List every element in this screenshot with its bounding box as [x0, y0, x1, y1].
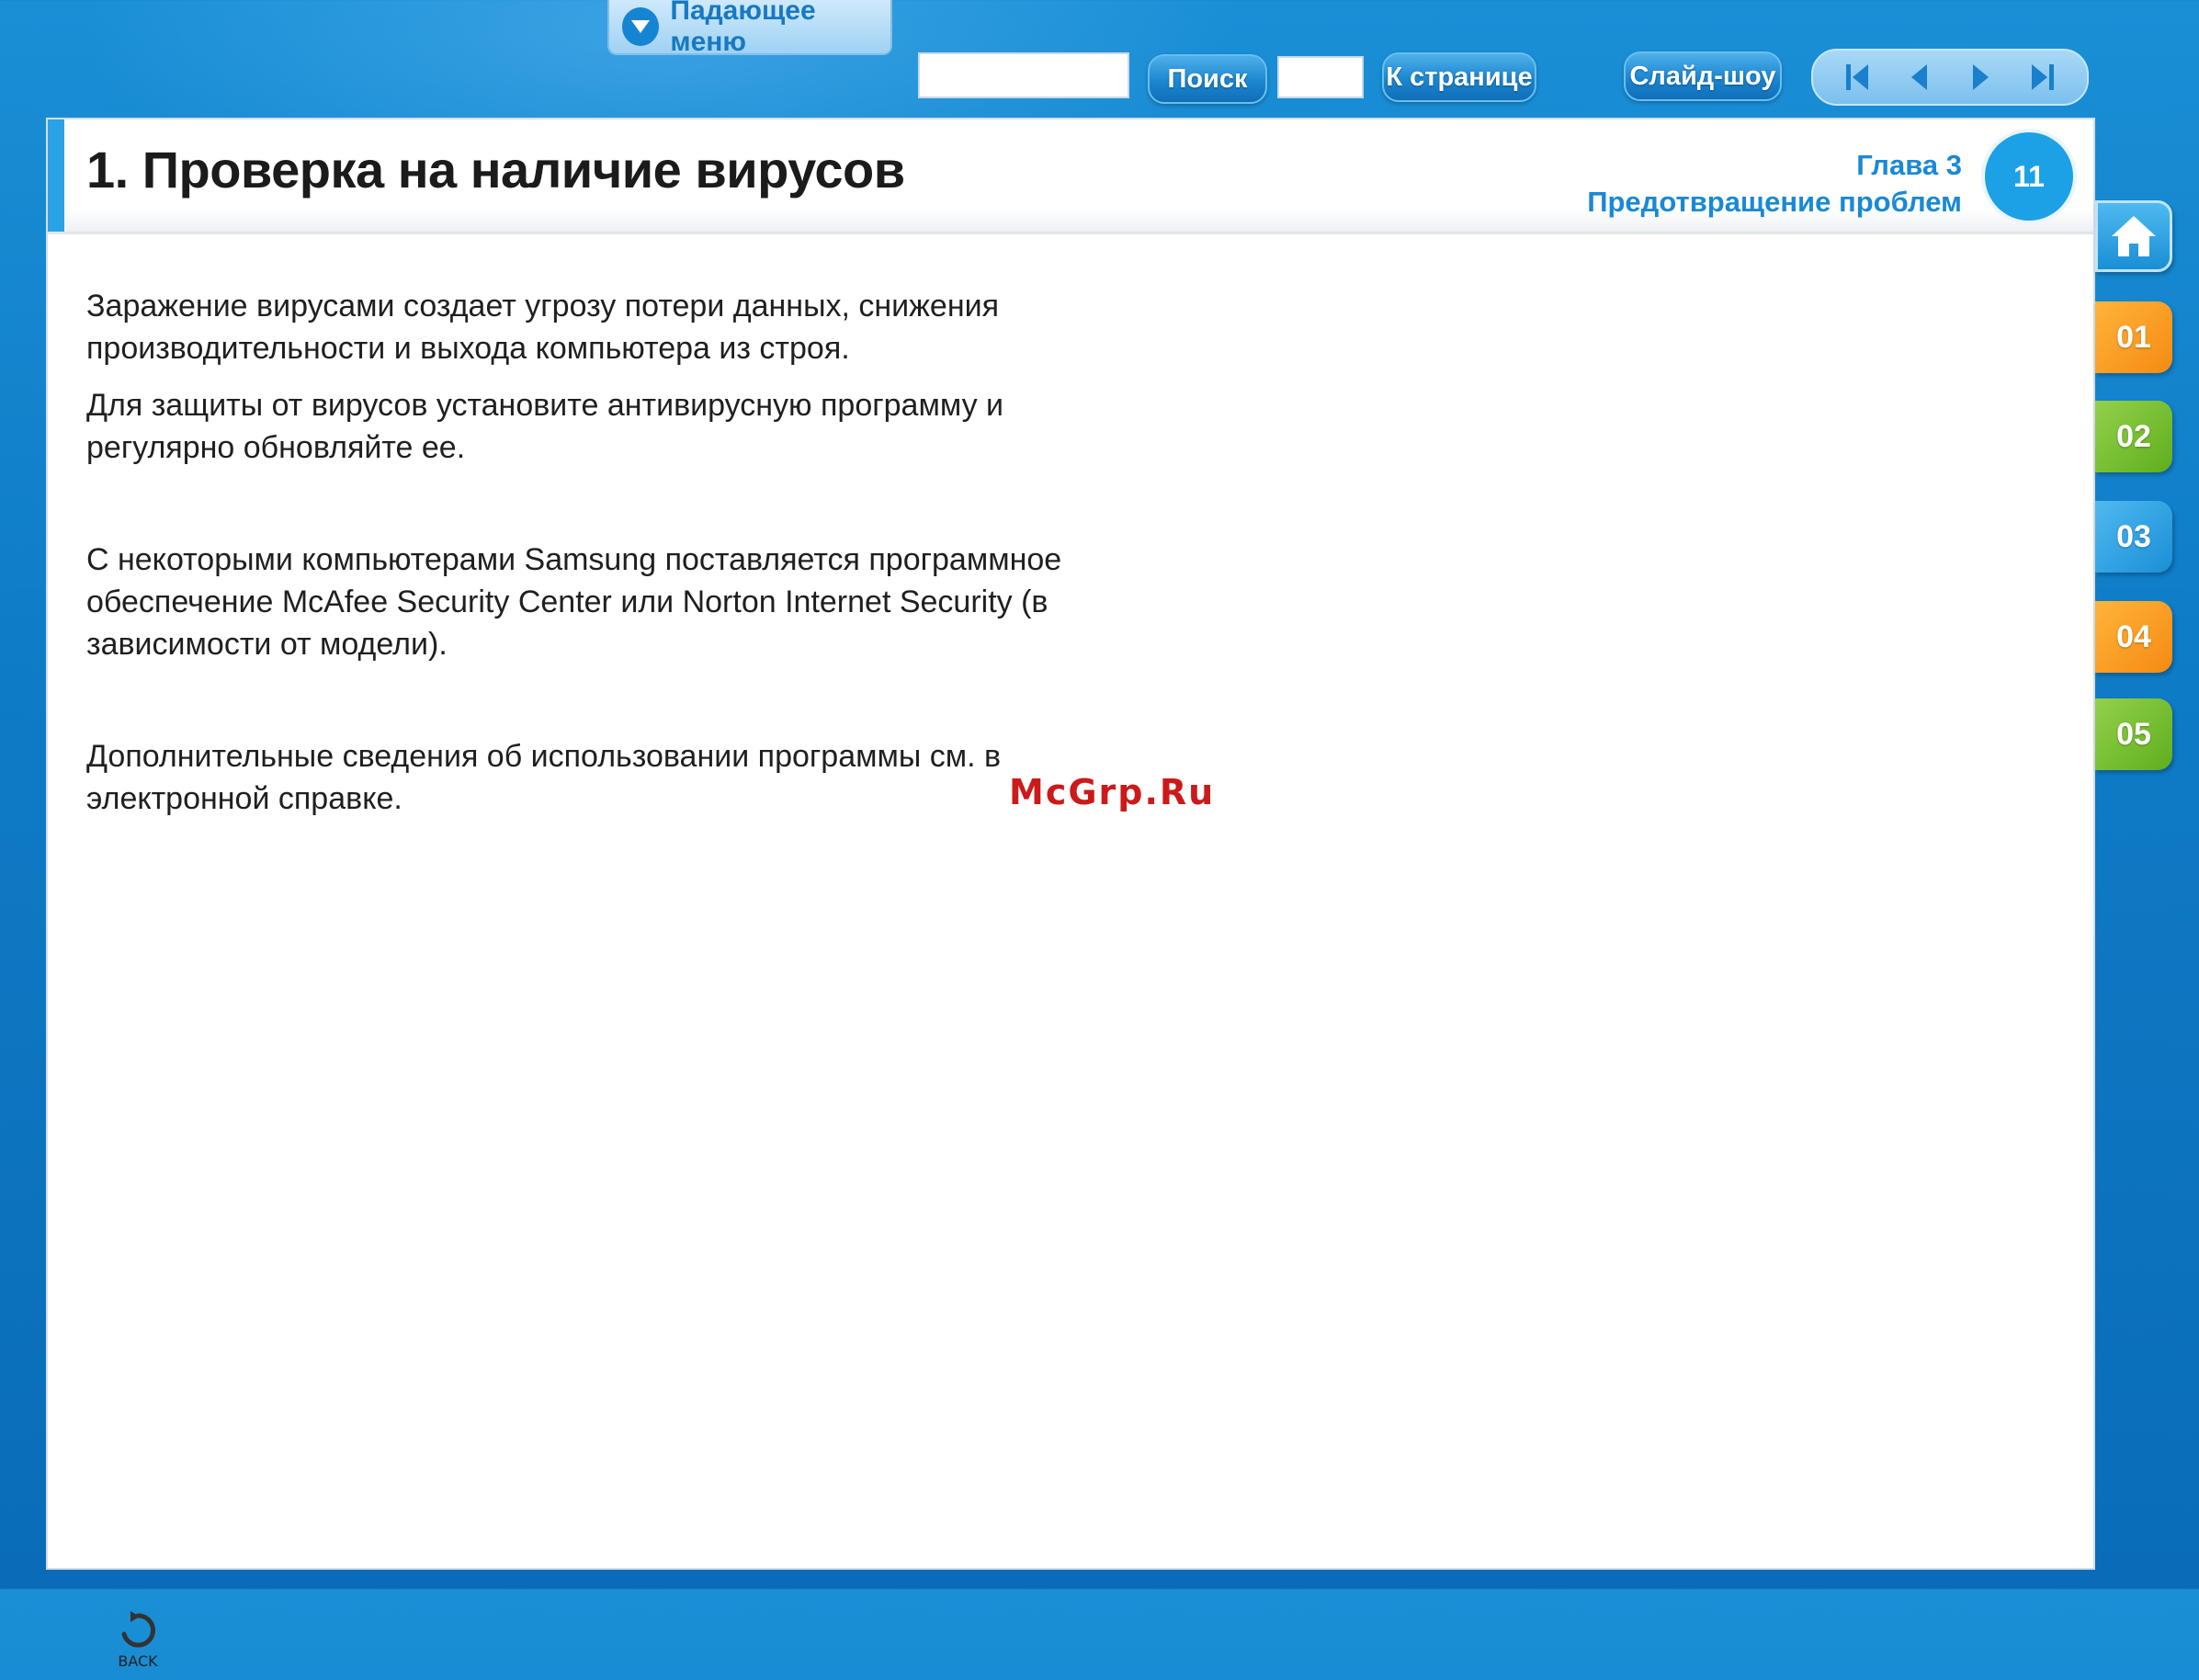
- chapter-name: Предотвращение проблем: [1587, 186, 1962, 218]
- chapter-tab-04[interactable]: 04: [2095, 601, 2172, 673]
- back-label: BACK: [118, 1652, 158, 1670]
- page-body: Заражение вирусами создает угрозу потери…: [86, 285, 1116, 820]
- page-number-badge: 11: [1985, 132, 2073, 221]
- home-tab[interactable]: [2095, 200, 2172, 272]
- page-header: 1. Проверка на наличие вирусов Глава 3 П…: [48, 119, 2093, 234]
- go-to-page-button[interactable]: К странице: [1382, 52, 1536, 102]
- next-page-icon[interactable]: [1960, 56, 2002, 98]
- chapter-number: Глава 3: [1856, 149, 1962, 181]
- page-navigation: [1811, 49, 2089, 106]
- chapter-tab-03[interactable]: 03: [2095, 501, 2172, 573]
- watermark: McGrp.Ru: [1009, 772, 1216, 812]
- last-page-icon[interactable]: [2022, 56, 2064, 98]
- search-button[interactable]: Поиск: [1148, 54, 1267, 104]
- paragraph: С некоторыми компьютерами Samsung постав…: [86, 542, 1062, 662]
- page-title: 1. Проверка на наличие вирусов: [86, 141, 905, 199]
- home-icon: [2112, 216, 2156, 256]
- chevron-down-icon: [622, 7, 660, 46]
- search-input[interactable]: [918, 52, 1129, 98]
- manual-page: 1. Проверка на наличие вирусов Глава 3 П…: [46, 118, 2095, 1670]
- chapter-tab-01[interactable]: 01: [2095, 301, 2172, 373]
- paragraph: Заражение вирусами создает угрозу потери…: [86, 289, 1000, 366]
- slideshow-button[interactable]: Слайд-шоу: [1624, 51, 1782, 101]
- back-button[interactable]: BACK: [112, 1610, 164, 1680]
- paragraph: Для защиты от вирусов установите антивир…: [86, 388, 1004, 465]
- dropdown-menu-button[interactable]: Падающее меню: [607, 0, 892, 57]
- chapter-tab-02[interactable]: 02: [2095, 401, 2172, 472]
- chapter-label: Глава 3 Предотвращение проблем: [1587, 147, 1962, 221]
- back-arrow-icon: [121, 1611, 155, 1648]
- first-page-icon[interactable]: [1836, 56, 1878, 98]
- chapter-tab-05[interactable]: 05: [2095, 698, 2172, 770]
- paragraph: Дополнительные сведения об использовании…: [86, 739, 1002, 816]
- previous-page-icon[interactable]: [1898, 56, 1940, 98]
- page-number-input[interactable]: [1277, 56, 1364, 98]
- header-accent-bar: [48, 119, 64, 232]
- dropdown-menu-label: Падающее меню: [670, 0, 816, 57]
